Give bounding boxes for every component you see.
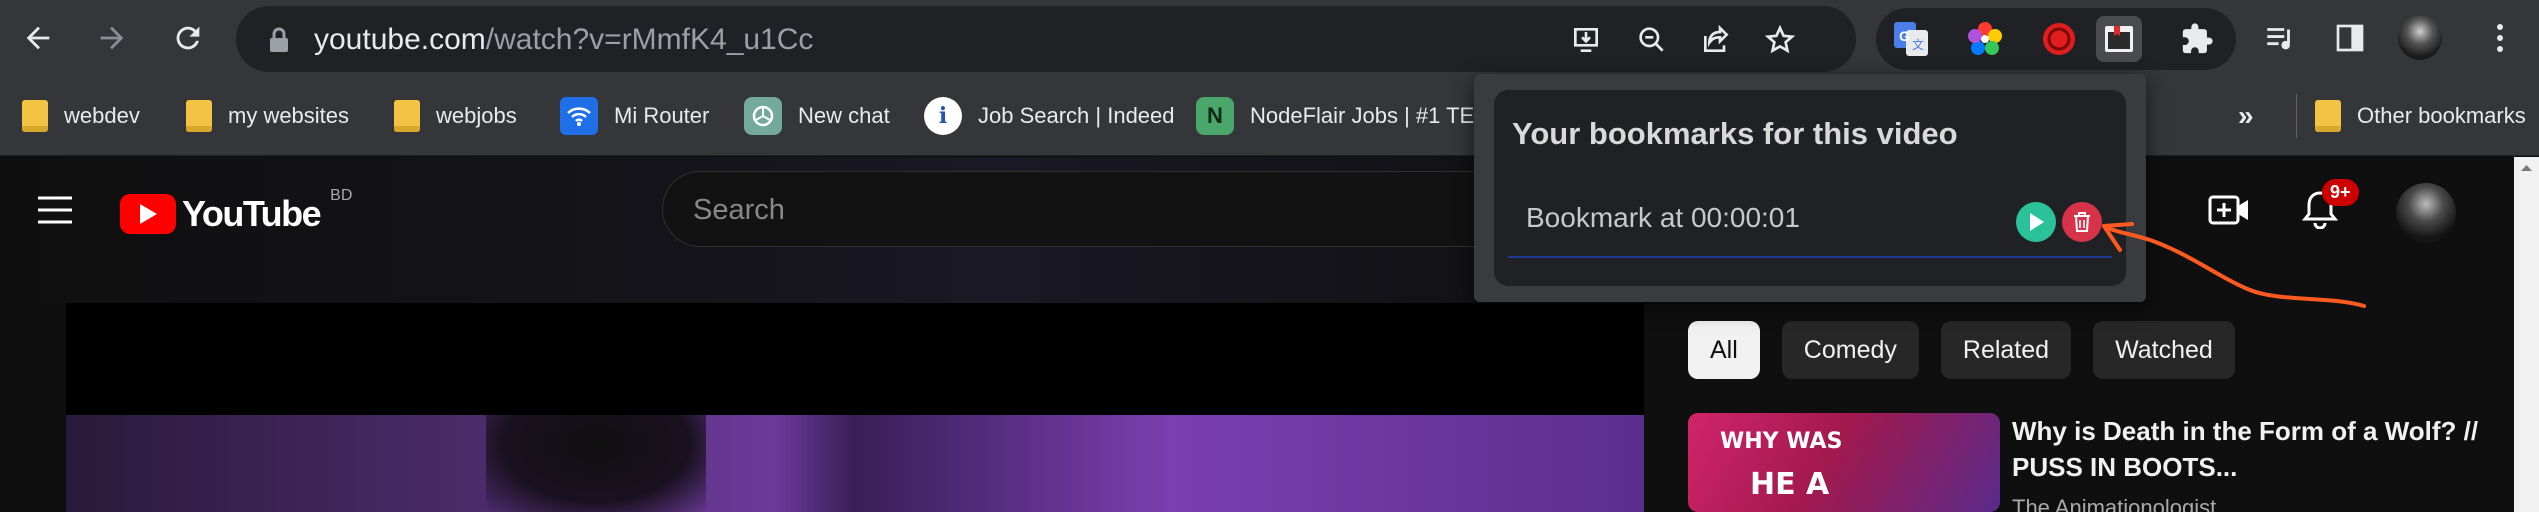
video-player[interactable] bbox=[66, 303, 1644, 415]
bookmark-row: Bookmark at 00:00:01 bbox=[1508, 178, 2112, 258]
chip-all[interactable]: All bbox=[1688, 321, 1760, 379]
folder-icon bbox=[2315, 100, 2341, 132]
extensions-puzzle-icon[interactable] bbox=[2174, 16, 2220, 62]
bookmark-new-chat[interactable]: New chat bbox=[744, 94, 890, 138]
thumbnail-text-line1: WHY WAS bbox=[1720, 429, 1843, 454]
chatgpt-icon bbox=[744, 97, 782, 135]
bookmarks-overflow-button[interactable]: » bbox=[2238, 94, 2254, 138]
youtube-play-icon bbox=[120, 194, 176, 234]
back-icon[interactable] bbox=[14, 14, 62, 62]
media-playlist-icon[interactable] bbox=[2256, 14, 2304, 62]
page-scrollbar[interactable] bbox=[2514, 157, 2539, 512]
youtube-avatar[interactable] bbox=[2396, 183, 2456, 243]
bookmark-label: NodeFlair Jobs | #1 TECH bbox=[1250, 103, 1506, 128]
popup-container: Your bookmarks for this video Bookmark a… bbox=[1494, 90, 2126, 286]
play-bookmark-button[interactable] bbox=[2016, 202, 2056, 242]
wifi-icon bbox=[560, 97, 598, 135]
annotation-arrow-icon bbox=[2102, 222, 2366, 308]
video-frame[interactable] bbox=[66, 415, 1644, 512]
more-menu-icon[interactable] bbox=[2476, 14, 2524, 62]
folder-icon bbox=[394, 100, 420, 132]
url-host: youtube.com bbox=[314, 23, 486, 56]
logo-wordmark: YouTube bbox=[182, 193, 322, 234]
bookmark-label: my websites bbox=[228, 103, 350, 128]
youtube-logo[interactable]: YouTube BD bbox=[120, 187, 352, 235]
zoom-out-icon[interactable] bbox=[1632, 20, 1672, 60]
svg-text:文: 文 bbox=[1912, 37, 1924, 52]
share-icon[interactable] bbox=[1696, 20, 1736, 60]
url-path: /watch?v=rMmfK4_u1Cc bbox=[485, 23, 814, 56]
color-picker-icon[interactable] bbox=[1962, 16, 2008, 62]
country-code: BD bbox=[330, 187, 353, 204]
recommendation-title[interactable]: Why is Death in the Form of a Wolf? // P… bbox=[2012, 413, 2492, 485]
extension-group: G文 bbox=[1876, 8, 2236, 70]
notification-count-badge: 9+ bbox=[2322, 179, 2359, 206]
lock-icon[interactable] bbox=[268, 26, 290, 59]
bookmark-mi-router[interactable]: Mi Router bbox=[560, 94, 709, 138]
thumbnail-text-line2: HE A bbox=[1750, 467, 1830, 502]
video-figure-shadow bbox=[486, 415, 706, 512]
folder-icon bbox=[186, 100, 212, 132]
url-text: youtube.com/watch?v=rMmfK4_u1Cc bbox=[314, 23, 813, 57]
bookmark-webdev[interactable]: webdev bbox=[22, 94, 140, 138]
bookmark-label: Job Search | Indeed bbox=[978, 103, 1175, 128]
profile-avatar[interactable] bbox=[2396, 14, 2444, 62]
bookmark-job-search-indeed[interactable]: i Job Search | Indeed bbox=[924, 94, 1175, 138]
bookmark-label: New chat bbox=[798, 103, 890, 128]
svg-text:G: G bbox=[1899, 28, 1910, 44]
record-icon[interactable] bbox=[2036, 16, 2082, 62]
recommendation-chips: All Comedy Related Watched bbox=[1688, 321, 2235, 379]
recommendation-channel[interactable]: The Animationologist bbox=[2012, 495, 2216, 512]
chip-related[interactable]: Related bbox=[1940, 321, 2072, 379]
recommendation-thumbnail[interactable]: WHY WAS HE A bbox=[1688, 413, 2000, 512]
address-bar[interactable]: youtube.com/watch?v=rMmfK4_u1Cc bbox=[236, 6, 1856, 72]
screen: youtube.com/watch?v=rMmfK4_u1Cc G文 webde… bbox=[0, 0, 2539, 512]
folder-icon bbox=[22, 100, 48, 132]
youtube-bookmarker-icon[interactable] bbox=[2096, 16, 2142, 62]
hamburger-menu-icon[interactable] bbox=[36, 195, 74, 230]
bookmark-label: webdev bbox=[64, 103, 140, 128]
bookmark-other[interactable]: Other bookmarks bbox=[2296, 94, 2526, 138]
browser-toolbar: youtube.com/watch?v=rMmfK4_u1Cc G文 bbox=[0, 0, 2539, 78]
popup-title: Your bookmarks for this video bbox=[1512, 116, 1958, 151]
bookmarks-bar: webdev my websites webjobs Mi Router New… bbox=[0, 78, 2539, 156]
bookmark-webjobs[interactable]: webjobs bbox=[394, 94, 517, 138]
bookmark-my-websites[interactable]: my websites bbox=[186, 94, 349, 138]
side-panel-icon[interactable] bbox=[2326, 14, 2374, 62]
chip-watched[interactable]: Watched bbox=[2093, 321, 2235, 379]
forward-icon[interactable] bbox=[88, 14, 136, 62]
chip-comedy[interactable]: Comedy bbox=[1781, 321, 1919, 379]
google-translate-icon[interactable]: G文 bbox=[1888, 16, 1934, 62]
bookmark-label: Other bookmarks bbox=[2357, 103, 2526, 128]
star-icon[interactable] bbox=[1760, 20, 1800, 60]
bookmark-label: Mi Router bbox=[614, 103, 710, 128]
info-icon: i bbox=[924, 97, 962, 135]
nodeflair-icon: N bbox=[1196, 97, 1234, 135]
bookmark-nodeflair[interactable]: N NodeFlair Jobs | #1 TECH bbox=[1196, 94, 1506, 138]
bookmark-extension-popup: Your bookmarks for this video Bookmark a… bbox=[1474, 74, 2146, 302]
reload-icon[interactable] bbox=[164, 14, 212, 62]
bookmark-label: webjobs bbox=[436, 103, 517, 128]
search-placeholder: Search bbox=[693, 194, 785, 226]
install-app-icon[interactable] bbox=[1566, 20, 1606, 60]
bookmark-row-label: Bookmark at 00:00:01 bbox=[1526, 202, 1800, 233]
